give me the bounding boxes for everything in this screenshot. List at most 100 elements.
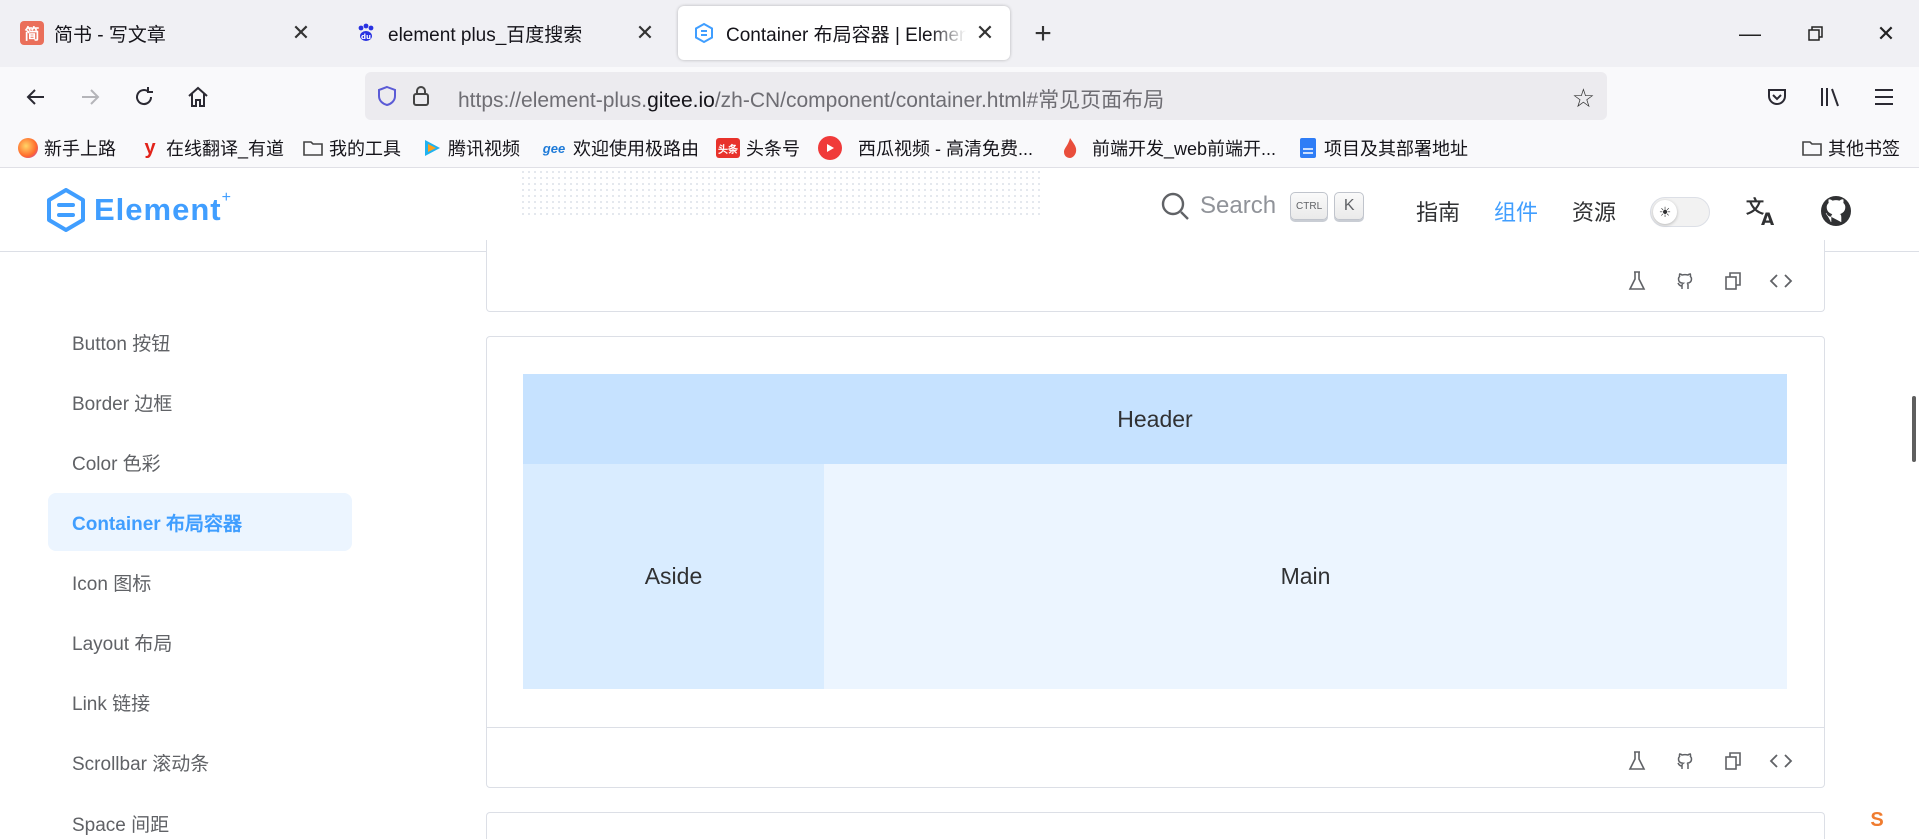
element-plus-logo[interactable]: Element + <box>46 188 231 232</box>
demo-card-next <box>486 812 1825 839</box>
browser-tabstrip: 简 简书 - 写文章 ✕ du element plus_百度搜索 ✕ Cont… <box>0 0 1919 67</box>
code-icon[interactable] <box>1768 748 1794 774</box>
bookmark-item[interactable]: 西瓜视频 - 高清免费... <box>818 135 1033 161</box>
tab-title: Container 布局容器 | Element <box>726 24 966 46</box>
menu-button[interactable] <box>1864 77 1904 117</box>
shield-icon[interactable] <box>375 84 399 108</box>
folder-icon <box>1802 138 1822 158</box>
demo-card-previous <box>486 240 1825 312</box>
lock-icon[interactable] <box>409 84 433 108</box>
sidebar-item-scrollbar[interactable]: Scrollbar 滚动条 <box>48 733 352 791</box>
sidebar: Button 按钮 Border 边框 Color 色彩 Container 布… <box>0 253 420 839</box>
xigua-icon <box>818 136 842 160</box>
new-tab-button[interactable]: + <box>1026 17 1060 51</box>
bookmark-star-icon[interactable]: ☆ <box>1572 83 1595 114</box>
minimize-button[interactable]: — <box>1728 14 1772 54</box>
github-icon[interactable] <box>1672 748 1698 774</box>
sogou-ime-icon[interactable]: S <box>1862 806 1892 834</box>
pocket-button[interactable] <box>1757 77 1797 117</box>
doc-icon <box>1298 138 1318 158</box>
dark-mode-toggle[interactable]: ☀ <box>1650 197 1710 227</box>
demo-main-block: Main <box>824 464 1787 689</box>
sidebar-item-icon[interactable]: Icon 图标 <box>48 553 352 611</box>
bookmark-item[interactable]: 腾讯视频 <box>422 135 520 161</box>
copy-icon[interactable] <box>1720 268 1746 294</box>
close-icon[interactable]: ✕ <box>632 20 658 46</box>
sidebar-item-color[interactable]: Color 色彩 <box>48 433 352 491</box>
hamburger-menu-icon <box>1875 89 1893 105</box>
jianshu-icon: 简 <box>20 21 44 45</box>
translate-icon[interactable]: 文A <box>1744 193 1780 229</box>
bookmark-folder[interactable]: 我的工具 <box>303 135 401 161</box>
nav-component[interactable]: 组件 <box>1494 195 1538 227</box>
sidebar-item-button[interactable]: Button 按钮 <box>48 313 352 371</box>
bookmark-item[interactable]: 前端开发_web前端开... <box>1060 135 1276 161</box>
reload-icon <box>136 87 153 106</box>
page-scrollbar[interactable] <box>1912 396 1916 462</box>
search-icon <box>1161 192 1189 220</box>
restore-button[interactable] <box>1794 14 1838 54</box>
bookmark-item[interactable]: y 在线翻译_有道 <box>140 135 284 161</box>
demo-header-block: Header <box>523 374 1787 464</box>
playground-icon[interactable] <box>1624 268 1650 294</box>
bookmark-item[interactable]: 头条 头条号 <box>716 135 800 161</box>
svg-text:A: A <box>1761 210 1775 227</box>
back-button[interactable] <box>16 77 56 117</box>
playground-icon[interactable] <box>1624 748 1650 774</box>
close-icon[interactable]: ✕ <box>288 20 314 46</box>
pocket-icon <box>1768 89 1786 105</box>
nav-guide[interactable]: 指南 <box>1416 195 1460 227</box>
tab-element-container[interactable]: Container 布局容器 | Element ✕ <box>678 6 1010 60</box>
sidebar-item-link[interactable]: Link 链接 <box>48 673 352 731</box>
toutiao-icon: 头条 <box>716 138 740 158</box>
code-icon[interactable] <box>1768 268 1794 294</box>
svg-text:du: du <box>361 33 371 41</box>
flame-icon <box>1060 138 1080 158</box>
other-bookmarks-folder[interactable]: 其他书签 <box>1802 135 1900 161</box>
arrow-left-icon <box>26 89 44 105</box>
kbd-k: K <box>1334 192 1365 220</box>
youdao-icon: y <box>144 136 156 159</box>
card-divider <box>487 727 1824 728</box>
library-icon <box>1821 88 1839 107</box>
baidu-paw-icon: du <box>354 21 378 45</box>
tab-baidu[interactable]: du element plus_百度搜索 ✕ <box>340 6 670 60</box>
demo-aside-block: Aside <box>523 464 824 689</box>
library-button[interactable] <box>1810 77 1850 117</box>
sidebar-item-border[interactable]: Border 边框 <box>48 373 352 431</box>
forward-button[interactable] <box>70 77 110 117</box>
copy-icon[interactable] <box>1720 748 1746 774</box>
arrow-right-icon <box>82 89 100 105</box>
bookmark-item[interactable]: gee 欢迎使用极路由 <box>541 135 699 161</box>
reload-button[interactable] <box>124 77 164 117</box>
tab-title: 简书 - 写文章 <box>54 24 166 46</box>
nav-resource[interactable]: 资源 <box>1572 195 1616 227</box>
kbd-ctrl: CTRL <box>1290 192 1329 220</box>
close-icon[interactable]: ✕ <box>972 20 998 46</box>
url-bar[interactable]: https://element-plus.gitee.io/zh-CN/comp… <box>365 72 1607 120</box>
demo-actions <box>1624 748 1794 774</box>
tencent-video-icon <box>422 138 442 158</box>
element-logo-icon <box>692 21 716 45</box>
bookmark-item[interactable]: 项目及其部署地址 <box>1298 135 1468 161</box>
search-button[interactable]: Search CTRL K <box>1160 191 1365 221</box>
hiwifi-icon: gee <box>542 140 566 156</box>
tab-jianshu[interactable]: 简 简书 - 写文章 ✕ <box>6 6 326 60</box>
github-icon[interactable] <box>1818 193 1854 229</box>
sidebar-item-container[interactable]: Container 布局容器 <box>48 493 352 551</box>
container-layout-demo: Header Aside Main <box>523 374 1787 689</box>
dot-pattern <box>520 169 1040 219</box>
sidebar-item-layout[interactable]: Layout 布局 <box>48 613 352 671</box>
sidebar-item-space[interactable]: Space 间距 <box>48 794 352 839</box>
demo-actions <box>1624 268 1794 294</box>
url-text[interactable]: https://element-plus.gitee.io/zh-CN/comp… <box>458 84 1164 114</box>
home-icon <box>188 86 208 107</box>
github-icon[interactable] <box>1672 268 1698 294</box>
tab-title: element plus_百度搜索 <box>388 24 583 46</box>
bookmark-item[interactable]: 新手上路 <box>18 135 116 161</box>
close-window-button[interactable]: ✕ <box>1864 14 1908 54</box>
home-button[interactable] <box>178 77 218 117</box>
firefox-icon <box>18 138 38 158</box>
search-placeholder: Search <box>1200 192 1277 219</box>
browser-navbar: https://element-plus.gitee.io/zh-CN/comp… <box>0 67 1919 127</box>
